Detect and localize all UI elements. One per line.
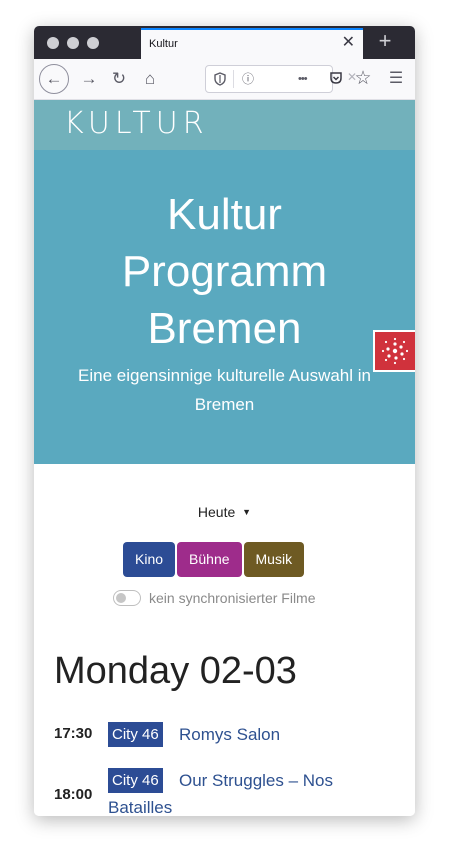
back-arrow-icon[interactable]: ←: [39, 64, 69, 94]
reload-icon[interactable]: ↻: [106, 66, 132, 92]
hero-subtitle: Eine eigensinnige kulturelle Auswahl in …: [78, 366, 371, 414]
event-item: 17:30 City 46 Romys Salon: [54, 722, 394, 752]
filter-musik-button[interactable]: Musik: [243, 542, 305, 577]
home-icon[interactable]: ⌂: [137, 66, 163, 92]
hero-title-line: Bremen: [147, 304, 302, 353]
browser-toolbar: ← → ↻ ⌂ ⓘ ••• ✕ ☆ ☰: [34, 59, 415, 100]
window-minimize-dot[interactable]: [67, 37, 79, 49]
event-title-link[interactable]: Our Struggles – Nos: [179, 767, 333, 794]
toggle-knob: [116, 593, 126, 603]
url-bar[interactable]: ⓘ •••: [205, 65, 333, 93]
info-icon[interactable]: ⓘ: [242, 71, 254, 87]
more-icon[interactable]: •••: [298, 71, 308, 87]
flower-dots-icon: [381, 337, 409, 365]
hero-title-line: Kultur: [167, 190, 282, 239]
caret-down-icon: ▼: [242, 507, 252, 517]
window-close-dot[interactable]: [47, 37, 59, 49]
menu-icon[interactable]: ☰: [383, 66, 409, 92]
site-logo[interactable]: KULTUR: [64, 106, 209, 141]
side-widget-badge[interactable]: [373, 330, 415, 372]
event-title-link[interactable]: Romys Salon: [179, 721, 280, 748]
forward-arrow-icon[interactable]: →: [76, 66, 102, 92]
web-page: KULTUR Kultur Programm Bremen Eine eigen…: [34, 100, 415, 816]
browser-window: Kultur ✕ + ← → ↻ ⌂ ⓘ ••• ✕ ☆ ☰ KULTUR Ku…: [34, 26, 415, 816]
day-selector-label: Heute: [197, 504, 236, 520]
tab-title: Kultur: [149, 38, 178, 50]
program-content: Heute ▼ Kino Bühne Musik kein synchronis…: [34, 464, 415, 816]
event-time: 17:30: [54, 725, 93, 742]
shield-icon[interactable]: [214, 72, 226, 86]
new-tab-icon[interactable]: +: [370, 28, 400, 56]
window-maximize-dot[interactable]: [87, 37, 99, 49]
bookmark-star-icon[interactable]: ☆: [350, 66, 376, 92]
filter-kino-button[interactable]: Kino: [123, 542, 176, 577]
event-venue-badge[interactable]: City 46: [108, 722, 163, 747]
filter-buehne-button[interactable]: Bühne: [177, 542, 242, 577]
sync-toggle-label: kein synchronisierter Filme: [149, 590, 316, 606]
category-filters: Kino Bühne Musik: [123, 542, 305, 577]
event-title-link-continued[interactable]: Batailles: [108, 794, 172, 816]
pocket-icon[interactable]: [329, 71, 343, 85]
tab-close-icon[interactable]: ✕: [342, 34, 355, 52]
site-navbar: KULTUR: [34, 100, 415, 150]
sync-toggle-row: kein synchronisierter Filme: [113, 589, 316, 607]
hero-banner: Kultur Programm Bremen Eine eigensinnige…: [34, 150, 415, 464]
url-divider: [233, 70, 234, 88]
hero-title: Kultur Programm Bremen: [34, 186, 415, 357]
hero-title-line: Programm: [121, 247, 328, 296]
browser-tab-active[interactable]: Kultur ✕: [141, 28, 363, 59]
event-item: 18:00 City 46 Our Struggles – Nos Batail…: [54, 768, 394, 816]
sync-toggle-switch[interactable]: [113, 590, 141, 606]
day-selector-dropdown[interactable]: Heute ▼: [34, 504, 415, 520]
event-time: 18:00: [54, 786, 93, 803]
day-heading: Monday 02-03: [54, 650, 297, 692]
browser-titlebar: Kultur ✕ +: [34, 26, 415, 59]
event-venue-badge[interactable]: City 46: [108, 768, 163, 793]
